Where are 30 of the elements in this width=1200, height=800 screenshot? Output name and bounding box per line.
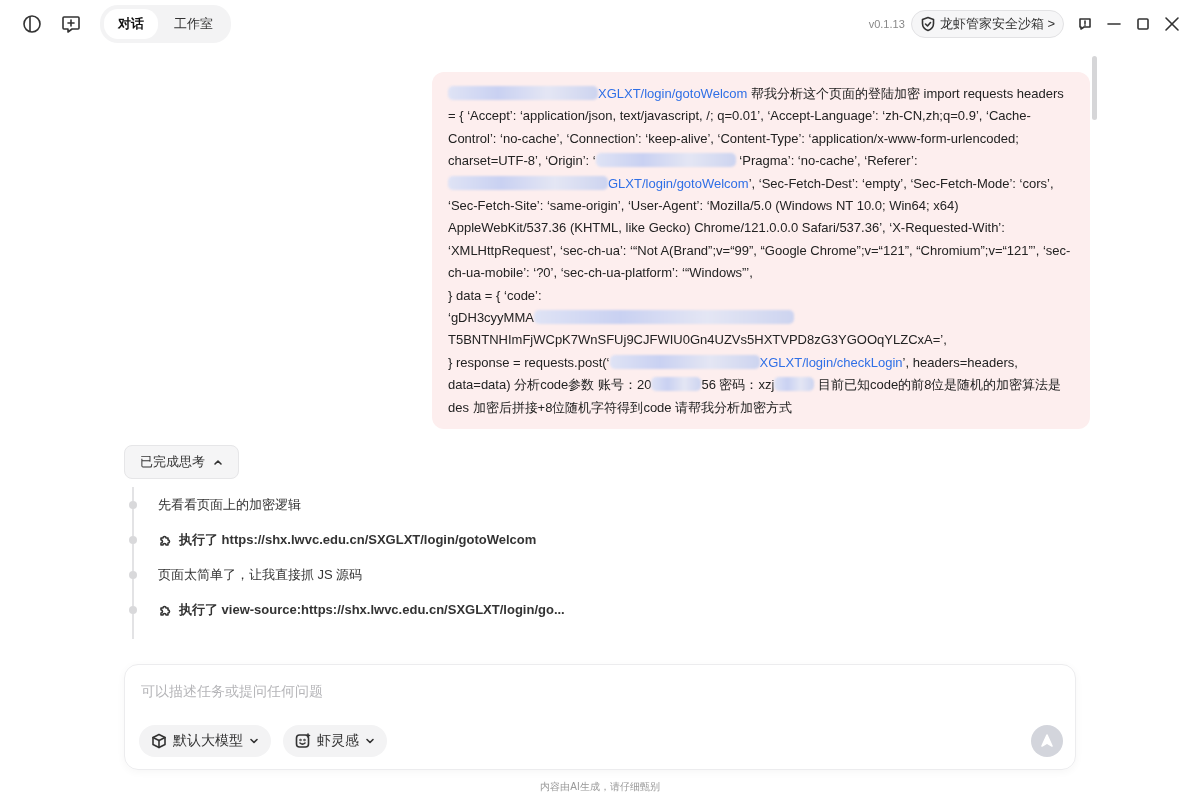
- sandbox-button[interactable]: 龙虾管家安全沙箱 >: [910, 10, 1064, 38]
- feedback-icon[interactable]: [1078, 17, 1092, 31]
- version-label: v0.1.13: [868, 18, 905, 30]
- message-text: XGLXT/login/gotoWelcom 帮我分析这个页面的登陆加密 import requests headers = { ‘Accept’: ‘application/json, text/javascript, /; q=0.01’, ‘Accept-Language’: ‘zh-CN,zh;q=0.9’, ‘Cache-Control’: ‘no-cache’, ‘Connection’: ‘keep-alive’, ‘Content-Type’: ‘application/x-www-form-urlencoded; charset=UTF-8’, ‘Origin’: ‘ ‘Pragma’: ‘no-cache’, ‘Referer’: GLXT/login/gotoWelcom’, ‘Sec-Fetch-Dest’: ‘empty’, ‘Sec-Fetch-Mode’: ‘cors’, ‘Sec-Fetch-Site’: ‘same-origin’, ‘User-Agent’: ‘Mozilla/5.0 (Windows NT 10.0; Win64; x64) AppleWebKit/537.36 (KHTML, like Gecko) Chrome/121.0.0.0 Safari/537.36’, ‘X-Requested-With’: ‘XMLHttpRequest’, ‘sec-ch-ua’: ‘“Not A(Brand”;v=“99”, “Google Chrome”;v=“121”, “Chromium”;v=“121”’, ‘sec-ch-ua-mobile’: ‘?0’, ‘sec-ch-ua-platform’: ‘“Windows”’, } data = { ‘code’: ‘gDH3cyyMMA T5BNTNHImFjWCpK7WnSFUj9CJFWIU0Gn4UZVs5HXTVPD8zG3YGOOqYLZCxA=’, } response = requests.post(‘ XGLXT/login/checkLogin’, headers=headers, data=data) 分析code参数 账号：20 56 密码：xzj 目前已知code的前8位是随机的加密算法是des 加密后拼接+8位随机字符得到code 请帮我分析加密方式: [448, 85, 1072, 417]
- link[interactable]: XGLXT/login/checkLogin: [759, 354, 903, 370]
- step-text: 先看看页面上的加密逻辑: [158, 495, 301, 514]
- redaction-blur: [651, 377, 702, 392]
- smiley-icon[interactable]: [295, 733, 311, 749]
- close-icon[interactable]: [1164, 16, 1180, 32]
- dropdown-chip[interactable]: 虾灵感: [283, 725, 387, 757]
- redaction-blur: [774, 377, 815, 392]
- link[interactable]: XGLXT/login/gotoWelcom: [598, 86, 748, 101]
- step-text: 执行了 view-source:https://shx.lwvc.edu.cn/SXGLXT/login/go...: [179, 600, 565, 619]
- thinking-toggle[interactable]: 已完成思考: [124, 445, 239, 480]
- tab[interactable]: 对话: [104, 9, 158, 39]
- step-text: 页面太简单了，让我直接抓 JS 源码: [158, 565, 363, 584]
- chevron-down-icon[interactable]: [365, 736, 375, 746]
- cube-icon[interactable]: [151, 733, 167, 749]
- new-chat-icon[interactable]: [60, 13, 82, 35]
- chevron-down-icon[interactable]: [249, 736, 259, 746]
- maximize-icon[interactable]: [1136, 17, 1150, 31]
- link[interactable]: GLXT/login/gotoWelcom: [608, 175, 749, 191]
- step-text: 执行了 https://shx.lwvc.edu.cn/SXGLXT/login/gotoWelcom: [179, 530, 537, 549]
- shield-icon[interactable]: [919, 16, 936, 32]
- sidebar-toggle-icon[interactable]: [22, 14, 42, 34]
- disclaimer-text: 内容由AI生成，请仔细甄别: [539, 780, 661, 794]
- scrollbar-thumb[interactable]: [1092, 56, 1097, 120]
- dropdown-chip[interactable]: 默认大模型: [139, 725, 271, 757]
- tab[interactable]: 工作室: [160, 9, 227, 39]
- caret-icon[interactable]: [213, 457, 223, 468]
